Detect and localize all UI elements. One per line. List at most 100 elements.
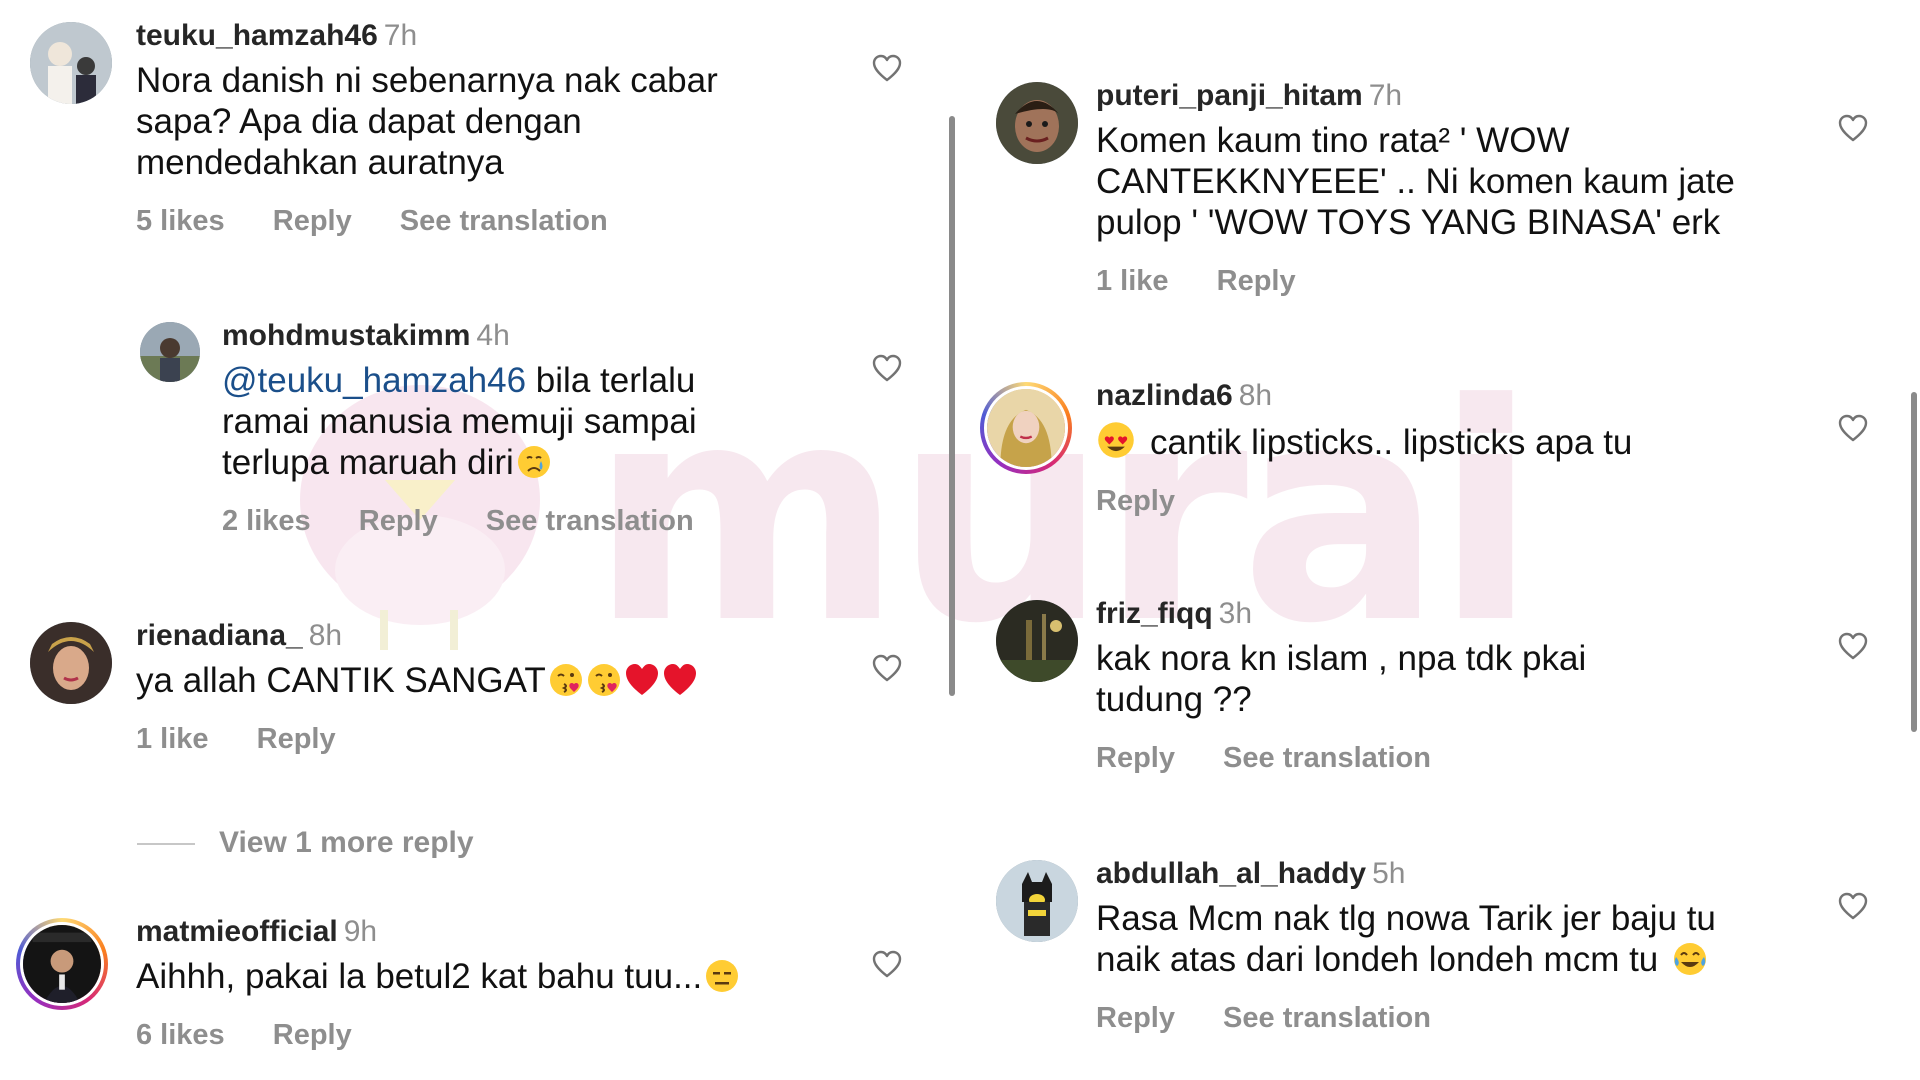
comment-text-line: Nora danish ni sebenarnya nak cabar xyxy=(136,61,718,100)
reply-button[interactable]: Reply xyxy=(1096,742,1175,774)
comment-text-line: CANTEKKNYEEE' .. Ni komen kaum jate xyxy=(1096,162,1735,201)
like-heart-icon[interactable] xyxy=(1838,632,1868,660)
comment-text-line: terlupa maruah diri xyxy=(222,443,514,482)
reply-button[interactable]: Reply xyxy=(273,1019,352,1051)
username[interactable]: rienadiana_ xyxy=(136,619,303,652)
view-more-replies-button[interactable]: View 1 more reply xyxy=(137,826,474,860)
comment-text: ya allah CANTIK SANGAT xyxy=(136,660,698,701)
comment: puteri_panji_hitam 7h Komen kaum tino rat… xyxy=(960,78,1920,318)
reply-button[interactable]: Reply xyxy=(1096,1002,1175,1034)
comment-actions: 1 like Reply xyxy=(136,723,698,756)
username[interactable]: teuku_hamzah46 xyxy=(136,19,378,52)
comment-text-line: Rasa Mcm nak tlg nowa Tarik jer baju tu xyxy=(1096,899,1716,938)
likes-count[interactable]: 2 likes xyxy=(222,505,311,537)
timestamp: 9h xyxy=(343,915,378,948)
see-translation-button[interactable]: See translation xyxy=(1223,1002,1431,1034)
comment: matmieofficial 9h Aihhh, pakai la betul2 … xyxy=(0,914,960,1074)
like-heart-icon[interactable] xyxy=(872,950,902,978)
like-heart-icon[interactable] xyxy=(1838,414,1868,442)
comment-text: kak nora kn islam , npa tdk pkai tudung … xyxy=(1096,638,1586,720)
comment-body: teuku_hamzah46 7h Nora danish ni sebenarn… xyxy=(136,18,718,238)
username[interactable]: puteri_panji_hitam xyxy=(1096,79,1363,112)
like-heart-icon[interactable] xyxy=(872,354,902,382)
username[interactable]: matmieofficial xyxy=(136,915,338,948)
comment-text-line: tudung ?? xyxy=(1096,680,1252,719)
scrollbar[interactable] xyxy=(949,116,955,696)
like-heart-icon[interactable] xyxy=(872,54,902,82)
red-heart-emoji-icon xyxy=(662,662,698,698)
timestamp: 7h xyxy=(383,19,418,52)
comment-actions: 2 likes Reply See translation xyxy=(222,505,734,538)
crying-face-emoji-icon xyxy=(516,444,552,480)
comment-text-line: sapa? Apa dia dapat dengan xyxy=(136,102,582,141)
comment-actions: Reply See translation xyxy=(1096,742,1586,775)
red-heart-emoji-icon xyxy=(624,662,660,698)
mention-link[interactable]: @teuku_hamzah46 xyxy=(222,361,526,400)
reply-button[interactable]: Reply xyxy=(257,723,336,755)
likes-count[interactable]: 6 likes xyxy=(136,1019,225,1051)
comment-text: Rasa Mcm nak tlg nowa Tarik jer baju tu … xyxy=(1096,898,1716,980)
avatar-with-story-ring[interactable] xyxy=(980,382,1072,474)
likes-count[interactable]: 1 like xyxy=(136,723,209,755)
timestamp: 5h xyxy=(1372,857,1406,890)
username[interactable]: mohdmustakimm xyxy=(222,319,470,352)
reply-button[interactable]: Reply xyxy=(1096,485,1175,517)
comment-actions: 1 like Reply xyxy=(1096,265,1735,298)
scrollbar[interactable] xyxy=(1911,392,1917,732)
comment-text-line: kak nora kn islam , npa tdk pkai xyxy=(1096,639,1587,678)
comment: friz_fiqq 3h kak nora kn islam , npa tdk … xyxy=(960,596,1920,796)
comment-body: abdullah_al_haddy 5h Rasa Mcm nak tlg now… xyxy=(1096,856,1716,1035)
comment-actions: Reply See translation xyxy=(1096,1002,1716,1035)
left-comment-column: teuku_hamzah46 7h Nora danish ni sebenarn… xyxy=(0,0,960,1080)
comment-text: Nora danish ni sebenarnya nak cabar sapa… xyxy=(136,60,718,183)
comment-body: friz_fiqq 3h kak nora kn islam , npa tdk … xyxy=(1096,596,1586,775)
thread-line xyxy=(137,843,195,846)
comment-body: matmieofficial 9h Aihhh, pakai la betul2 … xyxy=(136,914,740,1052)
likes-count[interactable]: 5 likes xyxy=(136,205,225,237)
see-translation-button[interactable]: See translation xyxy=(1223,742,1431,774)
comment-text: cantik lipsticks.. lipsticks apa tu xyxy=(1096,420,1632,463)
username[interactable]: abdullah_al_haddy xyxy=(1096,857,1366,890)
username[interactable]: nazlinda6 xyxy=(1096,379,1233,412)
comment-text-line: Aihhh, pakai la betul2 kat bahu tuu... xyxy=(136,957,703,996)
avatar[interactable] xyxy=(996,82,1078,164)
comment: abdullah_al_haddy 5h Rasa Mcm nak tlg now… xyxy=(960,856,1920,1066)
kissing-face-emoji-icon xyxy=(586,662,622,698)
comment-text-line: ramai manusia memuji sampai xyxy=(222,402,697,441)
avatar[interactable] xyxy=(30,22,112,104)
comment-text-line: cantik lipsticks.. lipsticks apa tu xyxy=(1150,423,1633,462)
comment: rienadiana_ 8h ya allah CANTIK SANGAT 1 l… xyxy=(0,618,960,778)
comment-body: nazlinda6 8h cantik lipsticks.. lipsticks… xyxy=(1096,378,1632,518)
username[interactable]: friz_fiqq xyxy=(1096,597,1213,630)
comment-text-line: Komen kaum tino rata² ' WOW xyxy=(1096,121,1570,160)
comment-text: @teuku_hamzah46 bila terlalu ramai manus… xyxy=(222,360,734,483)
timestamp: 7h xyxy=(1368,79,1403,112)
heart-eyes-face-emoji-icon xyxy=(1096,420,1136,460)
comment-text: Komen kaum tino rata² ' WOW CANTEKKNYEEE… xyxy=(1096,120,1735,243)
avatar[interactable] xyxy=(996,860,1078,942)
comment-text-line: ya allah CANTIK SANGAT xyxy=(136,661,546,700)
likes-count[interactable]: 1 like xyxy=(1096,265,1169,297)
comment-body: mohdmustakimm 4h @teuku_hamzah46 bila ter… xyxy=(222,318,734,538)
timestamp: 8h xyxy=(308,619,343,652)
avatar[interactable] xyxy=(140,322,200,382)
comment: teuku_hamzah46 7h Nora danish ni sebenarn… xyxy=(0,18,960,258)
reply-comment: mohdmustakimm 4h @teuku_hamzah46 bila ter… xyxy=(0,318,960,558)
avatar-with-story-ring[interactable] xyxy=(16,918,108,1010)
avatar[interactable] xyxy=(30,622,112,704)
comment-body: puteri_panji_hitam 7h Komen kaum tino rat… xyxy=(1096,78,1735,298)
comment-actions: 5 likes Reply See translation xyxy=(136,205,718,238)
view-more-label: View 1 more reply xyxy=(219,826,474,859)
like-heart-icon[interactable] xyxy=(872,654,902,682)
reply-button[interactable]: Reply xyxy=(273,205,352,237)
like-heart-icon[interactable] xyxy=(1838,114,1868,142)
right-comment-column: puteri_panji_hitam 7h Komen kaum tino rat… xyxy=(960,0,1920,1080)
reply-button[interactable]: Reply xyxy=(359,505,438,537)
see-translation-button[interactable]: See translation xyxy=(400,205,608,237)
comment-actions: 6 likes Reply xyxy=(136,1019,740,1052)
reply-button[interactable]: Reply xyxy=(1217,265,1296,297)
see-translation-button[interactable]: See translation xyxy=(486,505,694,537)
comment-actions: Reply xyxy=(1096,485,1632,518)
like-heart-icon[interactable] xyxy=(1838,892,1868,920)
avatar[interactable] xyxy=(996,600,1078,682)
